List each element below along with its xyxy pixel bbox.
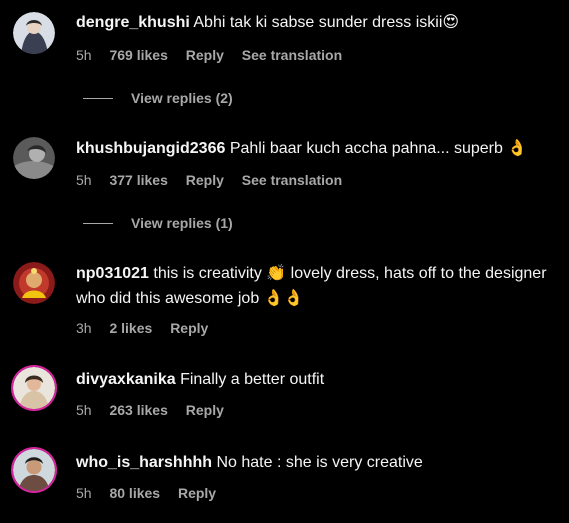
reply-button[interactable]: Reply: [186, 402, 224, 418]
username[interactable]: dengre_khushi: [76, 14, 190, 31]
comment-text-block: np031021 this is creativity 👏 lovely dre…: [76, 261, 555, 311]
comment-meta: 5h 377 likes Reply See translation: [76, 171, 356, 189]
timestamp: 5h: [76, 485, 92, 501]
see-translation-button[interactable]: See translation: [242, 47, 342, 63]
comment-text-block: who_is_harshhhh No hate : she is very cr…: [76, 450, 555, 475]
reply-button[interactable]: Reply: [178, 485, 216, 501]
timestamp: 5h: [76, 402, 92, 418]
view-replies-label: View replies (2): [131, 90, 233, 106]
avatar[interactable]: [13, 137, 55, 179]
username[interactable]: divyaxkanika: [76, 371, 176, 388]
avatar-with-story-ring[interactable]: [13, 367, 55, 409]
likes-count[interactable]: 2 likes: [109, 320, 152, 336]
comment-text-block: khushbujangid2366 Pahli baar kuch accha …: [76, 136, 555, 161]
comment-text: Abhi tak ki sabse sunder dress iskii😍: [193, 14, 460, 31]
reply-button[interactable]: Reply: [186, 47, 224, 63]
avatar[interactable]: [13, 262, 55, 304]
comment-text-block: dengre_khushi Abhi tak ki sabse sunder d…: [76, 10, 555, 35]
replies-divider: [83, 222, 113, 224]
username[interactable]: who_is_harshhhh: [76, 454, 212, 471]
likes-count[interactable]: 263 likes: [109, 402, 167, 418]
comment-text: Pahli baar kuch accha pahna... superb 👌: [229, 140, 528, 157]
avatar-with-story-ring[interactable]: [13, 449, 55, 491]
username[interactable]: khushbujangid2366: [76, 140, 225, 157]
reply-button[interactable]: Reply: [170, 320, 208, 336]
comment-text-block: divyaxkanika Finally a better outfit: [76, 367, 555, 392]
comment-text: No hate : she is very creative: [216, 454, 423, 471]
comment-meta: 5h 263 likes Reply: [76, 401, 238, 419]
timestamp: 3h: [76, 320, 92, 336]
comment-meta: 5h 769 likes Reply See translation: [76, 46, 356, 64]
view-replies-button[interactable]: View replies (1): [83, 215, 233, 231]
see-translation-button[interactable]: See translation: [242, 172, 342, 188]
timestamp: 5h: [76, 47, 92, 63]
username[interactable]: np031021: [76, 265, 149, 282]
timestamp: 5h: [76, 172, 92, 188]
avatar[interactable]: [13, 12, 55, 54]
comment-meta: 3h 2 likes Reply: [76, 319, 222, 337]
view-replies-label: View replies (1): [131, 215, 233, 231]
reply-button[interactable]: Reply: [186, 172, 224, 188]
replies-divider: [83, 97, 113, 99]
likes-count[interactable]: 769 likes: [109, 47, 167, 63]
comment-meta: 5h 80 likes Reply: [76, 484, 230, 502]
likes-count[interactable]: 80 likes: [109, 485, 160, 501]
view-replies-button[interactable]: View replies (2): [83, 90, 233, 106]
likes-count[interactable]: 377 likes: [109, 172, 167, 188]
comment-text: Finally a better outfit: [180, 371, 325, 388]
